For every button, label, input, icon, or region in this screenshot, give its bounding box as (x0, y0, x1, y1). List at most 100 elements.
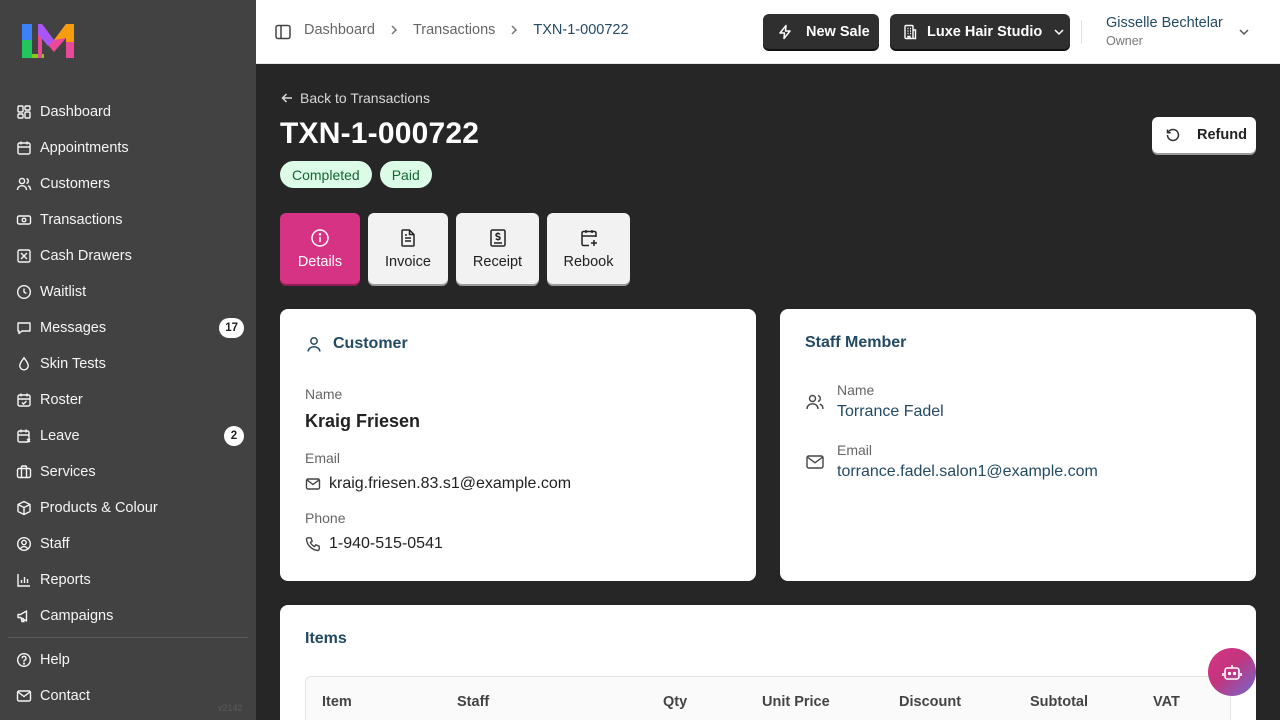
breadcrumb: Dashboard Transactions TXN-1-000722 (304, 22, 629, 38)
user-menu[interactable]: Gisselle Bechtelar Owner (1106, 15, 1223, 48)
studio-selector-button[interactable]: Luxe Hair Studio (890, 14, 1070, 49)
calendar-icon (17, 141, 31, 155)
sidebar-item-label: Messages (40, 320, 107, 336)
tab-label: Receipt (472, 253, 523, 270)
rotate-ccw-icon (1166, 128, 1180, 142)
new-sale-label: New Sale (806, 23, 870, 40)
sidebar-item-label: Waitlist (40, 284, 87, 300)
sidebar-item-appointments[interactable]: Appointments (8, 130, 248, 166)
tab-invoice[interactable]: Invoice (368, 213, 448, 284)
items-card: Items Item Staff Qty Unit Price Discount… (280, 605, 1256, 720)
column-header-qty: Qty (663, 694, 688, 710)
staff-email[interactable]: torrance.fadel.salon1@example.com (837, 463, 1098, 481)
leave-icon (17, 429, 31, 443)
tab-details[interactable]: Details (280, 213, 360, 284)
sidebar-item-label: Customers (40, 176, 111, 192)
refund-button[interactable]: Refund (1152, 117, 1256, 153)
chevron-right-icon (511, 25, 518, 35)
sidebar-item-dashboard[interactable]: Dashboard (8, 94, 248, 130)
studio-name: Luxe Hair Studio (927, 23, 1043, 40)
customer-phone-row: 1-940-515-0541 (305, 535, 443, 553)
customer-phone-label: Phone (305, 510, 346, 526)
sidebar-item-label: Services (40, 464, 96, 480)
roster-icon (17, 393, 31, 407)
users-icon (16, 177, 32, 191)
sidebar-item-reports[interactable]: Reports (8, 562, 248, 598)
sidebar-item-transactions[interactable]: Transactions (8, 202, 248, 238)
sidebar-item-label: Leave (40, 428, 80, 444)
customer-title: Customer (333, 335, 408, 352)
sidebar-item-label: Campaigns (40, 608, 114, 624)
tab-receipt[interactable]: Receipt (456, 213, 539, 284)
banknote-icon (16, 215, 32, 225)
items-card-title: Items (305, 630, 347, 647)
column-header-subtotal: Subtotal (1030, 694, 1088, 710)
messages-count-badge: 17 (219, 318, 244, 338)
tab-rebook[interactable]: Rebook (547, 213, 630, 284)
sidebar-item-label: Transactions (40, 212, 123, 228)
help-icon (16, 652, 32, 668)
mail-icon (806, 455, 824, 469)
staff-name[interactable]: Torrance Fadel (837, 403, 944, 421)
sidebar-item-label: Dashboard (40, 104, 111, 120)
logo-icon[interactable] (20, 20, 76, 60)
mail-icon (305, 478, 321, 490)
column-header-staff: Staff (457, 694, 490, 710)
chevron-down-icon[interactable] (1237, 25, 1251, 39)
column-header-item: Item (322, 694, 352, 710)
customer-name-label: Name (305, 386, 343, 402)
app-version: v2142 (218, 703, 243, 713)
sidebar-item-customers[interactable]: Customers (8, 166, 248, 202)
sidebar-item-campaigns[interactable]: Campaigns (8, 598, 248, 634)
refund-label: Refund (1197, 127, 1247, 143)
sidebar-toggle-icon[interactable] (274, 23, 292, 41)
breadcrumb-dashboard[interactable]: Dashboard (304, 22, 375, 38)
bot-icon (1222, 665, 1242, 680)
sidebar-bottom-nav: Help Contact (8, 642, 248, 714)
sidebar-item-contact[interactable]: Contact (8, 678, 248, 714)
staff-card: Staff Member Name Torrance Fadel Email t… (780, 309, 1256, 581)
sidebar-item-label: Reports (40, 572, 91, 588)
breadcrumb-transactions[interactable]: Transactions (413, 22, 495, 38)
file-text-icon (401, 228, 415, 247)
sidebar-item-help[interactable]: Help (8, 642, 248, 678)
sidebar-nav: Dashboard Appointments Customers Transac… (8, 94, 248, 634)
staff-email-label: Email (837, 442, 873, 458)
customer-card: Customer Name Kraig Friesen Email kraig.… (280, 309, 756, 581)
chevron-down-icon (1054, 28, 1064, 35)
sidebar-item-staff[interactable]: Staff (8, 526, 248, 562)
sidebar-item-roster[interactable]: Roster (8, 382, 248, 418)
customer-name: Kraig Friesen (305, 411, 421, 431)
breadcrumb-current: TXN-1-000722 (533, 22, 629, 38)
dashboard-icon (17, 105, 31, 119)
customer-email: kraig.friesen.83.s1@example.com (329, 475, 572, 492)
back-label: Back to Transactions (300, 90, 430, 106)
new-sale-button[interactable]: New Sale (763, 14, 879, 49)
tab-label: Invoice (385, 253, 431, 270)
package-icon (17, 500, 31, 516)
status-badge: Completed (280, 161, 372, 188)
sidebar-item-leave[interactable]: Leave 2 (8, 418, 248, 454)
user-icon (307, 337, 321, 352)
sidebar-item-services[interactable]: Services (8, 454, 248, 490)
sidebar-item-skin-tests[interactable]: Skin Tests (8, 346, 248, 382)
sidebar-item-cash-drawers[interactable]: Cash Drawers (8, 238, 248, 274)
back-to-transactions-link[interactable]: Back to Transactions (280, 90, 430, 106)
message-icon (17, 322, 31, 335)
column-header-vat: VAT (1153, 694, 1180, 710)
droplet-icon (19, 356, 29, 371)
sidebar-item-products[interactable]: Products & Colour (8, 490, 248, 526)
user-circle-icon (16, 536, 32, 552)
users-icon (806, 394, 824, 410)
zap-icon (779, 24, 791, 39)
sidebar-item-label: Staff (40, 536, 70, 552)
user-role: Owner (1106, 34, 1143, 48)
assistant-bot-button[interactable] (1208, 648, 1256, 696)
info-icon (311, 228, 329, 247)
sidebar-item-waitlist[interactable]: Waitlist (8, 274, 248, 310)
column-header-unit-price: Unit Price (762, 694, 830, 710)
sidebar-item-messages[interactable]: Messages 17 (8, 310, 248, 346)
staff-name-label: Name (837, 382, 875, 398)
chevron-right-icon (391, 25, 397, 35)
customer-card-title: Customer (305, 335, 408, 353)
